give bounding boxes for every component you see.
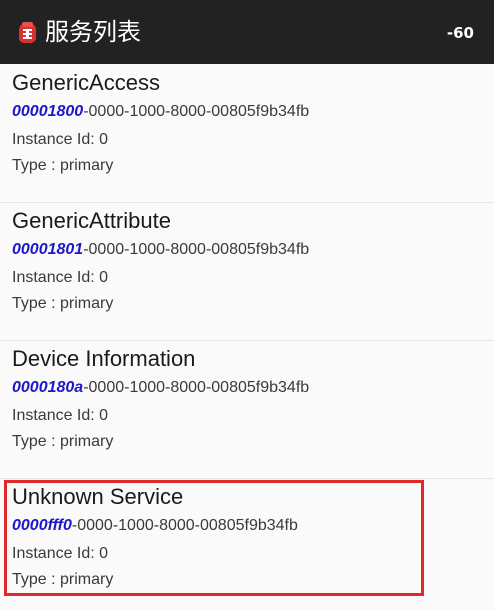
service-name: Device Information: [12, 346, 196, 371]
service-uuid-prefix: 0000180a: [12, 379, 84, 396]
service-type: Type : primary: [12, 433, 114, 450]
title-bar: 服务列表 -60: [0, 0, 494, 64]
service-item-unknown-service[interactable]: Unknown Service 0000fff0-0000-1000-8000-…: [0, 478, 494, 610]
service-uuid-prefix: 00001801: [12, 241, 84, 258]
service-uuid-rest: -0000-1000-8000-00805f9b34fb: [71, 517, 298, 534]
service-type: Type : primary: [12, 571, 114, 588]
service-type: Type : primary: [12, 157, 114, 174]
app-icon[interactable]: [19, 22, 36, 44]
service-instance-id: Instance Id: 0: [12, 407, 109, 424]
page-title: 服务列表: [45, 18, 141, 46]
service-uuid-prefix: 0000fff0: [12, 517, 72, 534]
service-uuid: 00001800-0000-1000-8000-00805f9b34fb: [12, 102, 309, 122]
service-uuid: 00001801-0000-1000-8000-00805f9b34fb: [12, 240, 309, 260]
service-uuid: 0000fff0-0000-1000-8000-00805f9b34fb: [12, 516, 298, 536]
service-uuid-rest: -0000-1000-8000-00805f9b34fb: [83, 241, 310, 258]
service-name: Unknown Service: [12, 484, 184, 509]
service-instance-id: Instance Id: 0: [12, 131, 109, 148]
service-item-device-information[interactable]: Device Information 0000180a-0000-1000-80…: [0, 340, 494, 479]
service-item-generic-attribute[interactable]: GenericAttribute 00001801-0000-1000-8000…: [0, 202, 494, 341]
service-item-generic-access[interactable]: GenericAccess 00001800-0000-1000-8000-00…: [0, 64, 494, 203]
service-uuid-rest: -0000-1000-8000-00805f9b34fb: [83, 103, 310, 120]
service-uuid-prefix: 00001800: [12, 103, 84, 120]
service-name: GenericAttribute: [12, 208, 171, 233]
service-instance-id: Instance Id: 0: [12, 269, 109, 286]
service-name: GenericAccess: [12, 70, 160, 95]
service-uuid: 0000180a-0000-1000-8000-00805f9b34fb: [12, 378, 309, 398]
service-type: Type : primary: [12, 295, 114, 312]
service-uuid-rest: -0000-1000-8000-00805f9b34fb: [83, 379, 310, 396]
rssi-value: -60: [446, 24, 474, 42]
service-instance-id: Instance Id: 0: [12, 545, 109, 562]
app-window: 服务列表 -60 GenericAccess 00001800-0000-100…: [0, 0, 494, 610]
